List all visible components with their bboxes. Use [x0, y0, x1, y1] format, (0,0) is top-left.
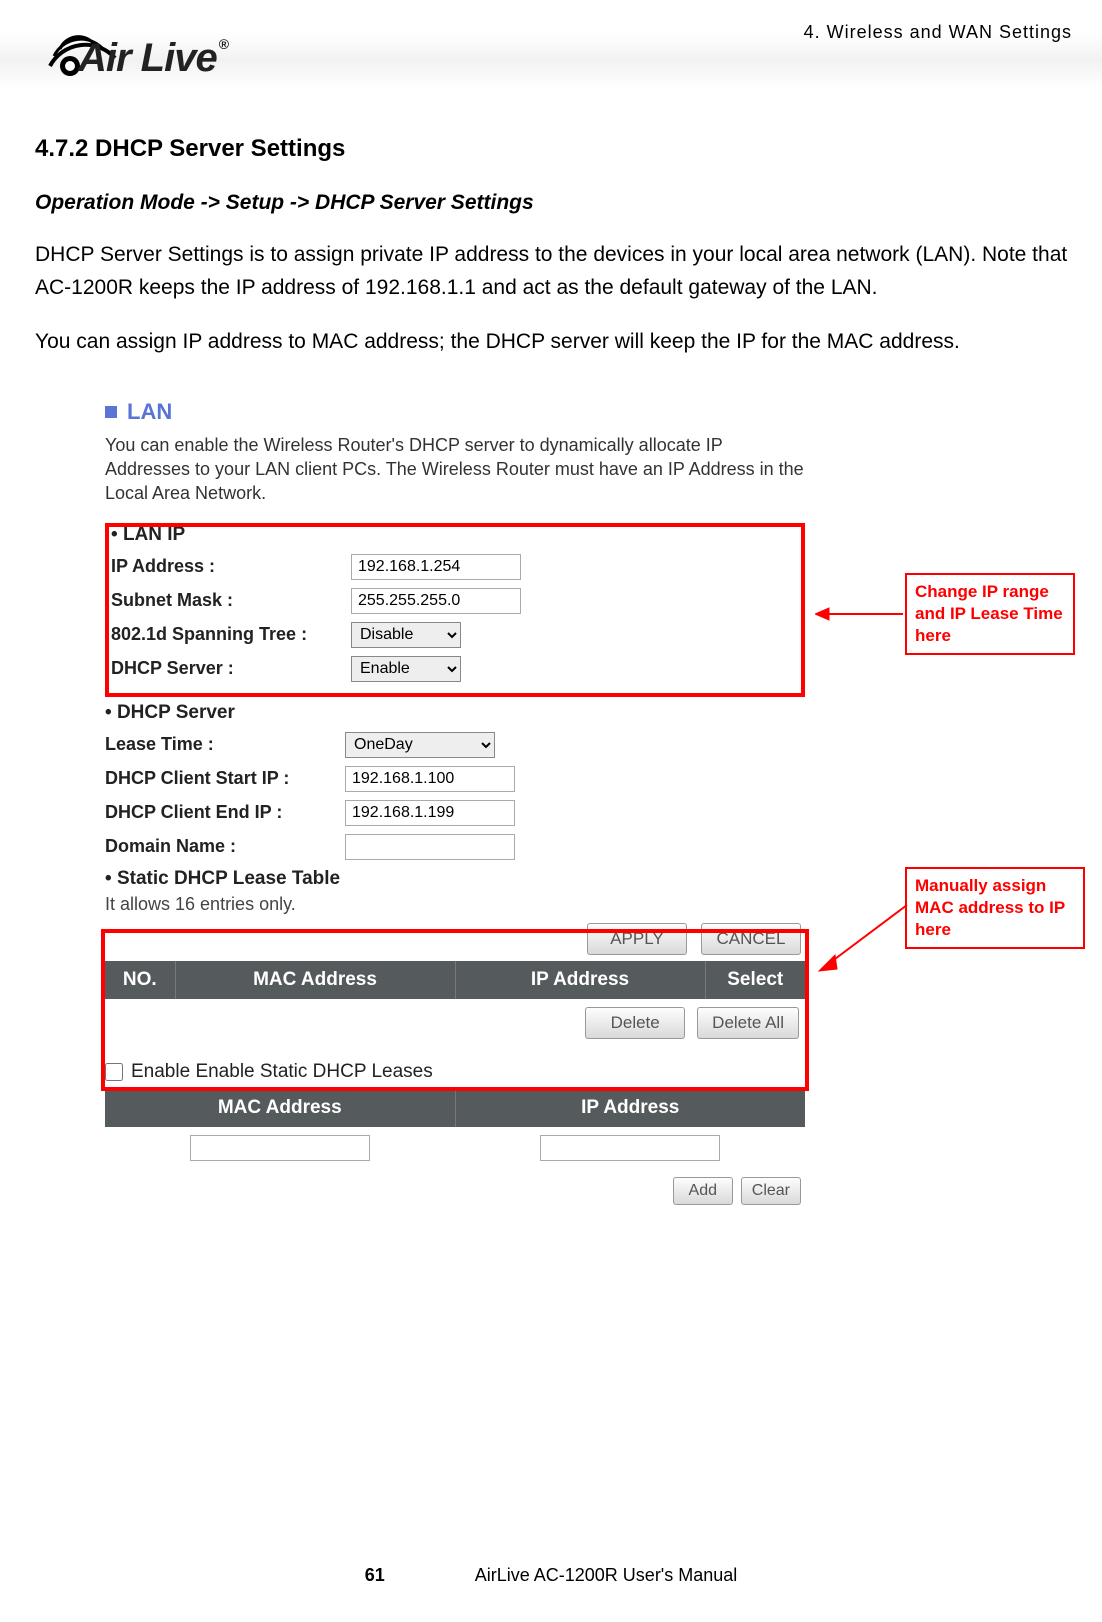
col-ip: IP Address	[455, 961, 705, 999]
static-lease-table: NO. MAC Address IP Address Select	[105, 961, 805, 999]
domain-name-label: Domain Name :	[105, 836, 345, 857]
clear-button[interactable]: Clear	[741, 1177, 801, 1205]
ip-address-label: IP Address :	[111, 556, 351, 577]
client-end-ip-input[interactable]	[345, 800, 515, 826]
lan-settings-panel: LAN You can enable the Wireless Router's…	[105, 399, 1065, 1379]
apply-button[interactable]: APPLY	[587, 923, 687, 955]
lease-time-label: Lease Time :	[105, 734, 345, 755]
paragraph-1: DHCP Server Settings is to assign privat…	[35, 239, 1087, 304]
arrow-icon	[815, 604, 905, 624]
static-lease-note: It allows 16 entries only.	[105, 894, 805, 915]
arrow-icon	[815, 897, 910, 977]
dhcp-server-select[interactable]: Enable	[351, 656, 461, 682]
bullet-icon	[105, 406, 117, 418]
chapter-label: 4. Wireless and WAN Settings	[804, 22, 1072, 43]
page-number: 61	[365, 1565, 385, 1586]
delete-button[interactable]: Delete	[585, 1007, 685, 1039]
breadcrumb-path: Operation Mode -> Setup -> DHCP Server S…	[35, 191, 1087, 215]
domain-name-input[interactable]	[345, 834, 515, 860]
spanning-tree-label: 802.1d Spanning Tree :	[111, 624, 351, 645]
client-end-ip-label: DHCP Client End IP :	[105, 802, 345, 823]
enable-static-label: Enable Enable Static DHCP Leases	[131, 1061, 433, 1083]
client-start-ip-label: DHCP Client Start IP :	[105, 768, 345, 789]
static-lease-header: Static DHCP Lease Table	[105, 864, 805, 894]
lan-section-header: LAN	[105, 399, 805, 425]
manual-title: AirLive AC-1200R User's Manual	[475, 1565, 738, 1586]
col-mac: MAC Address	[175, 961, 455, 999]
subnet-mask-label: Subnet Mask :	[111, 590, 351, 611]
cancel-button[interactable]: CANCEL	[701, 923, 801, 955]
lan-header-text: LAN	[127, 399, 172, 425]
callout-ip-range: Change IP range and IP Lease Time here	[905, 573, 1075, 655]
spanning-tree-select[interactable]: Disable	[351, 622, 461, 648]
col-ip2: IP Address	[455, 1089, 805, 1127]
client-start-ip-input[interactable]	[345, 766, 515, 792]
table-row	[105, 1127, 805, 1169]
dhcp-server-label: DHCP Server :	[111, 658, 351, 679]
lan-ip-header: LAN IP	[111, 520, 799, 550]
logo-text: Air Live®	[78, 36, 228, 81]
lan-intro-text: You can enable the Wireless Router's DHC…	[105, 433, 805, 506]
lease-time-select[interactable]: OneDay	[345, 732, 495, 758]
page-footer: 61 AirLive AC-1200R User's Manual	[0, 1565, 1102, 1586]
brand-logo: Air Live®	[20, 6, 245, 96]
page-content: 4.7.2 DHCP Server Settings Operation Mod…	[35, 135, 1087, 1379]
paragraph-2: You can assign IP address to MAC address…	[35, 326, 1087, 359]
enable-static-checkbox[interactable]	[105, 1063, 123, 1081]
ip-input[interactable]	[540, 1135, 720, 1161]
col-mac2: MAC Address	[105, 1089, 455, 1127]
section-title: 4.7.2 DHCP Server Settings	[35, 135, 1087, 163]
add-lease-table: MAC Address IP Address	[105, 1089, 805, 1169]
mac-input[interactable]	[190, 1135, 370, 1161]
subnet-mask-input[interactable]	[351, 588, 521, 614]
callout-mac-assign: Manually assign MAC address to IP here	[905, 867, 1085, 949]
col-select: Select	[705, 961, 805, 999]
dhcp-server-header: DHCP Server	[105, 698, 805, 728]
col-no: NO.	[105, 961, 175, 999]
add-button[interactable]: Add	[673, 1177, 733, 1205]
delete-all-button[interactable]: Delete All	[697, 1007, 799, 1039]
ip-address-input[interactable]	[351, 554, 521, 580]
